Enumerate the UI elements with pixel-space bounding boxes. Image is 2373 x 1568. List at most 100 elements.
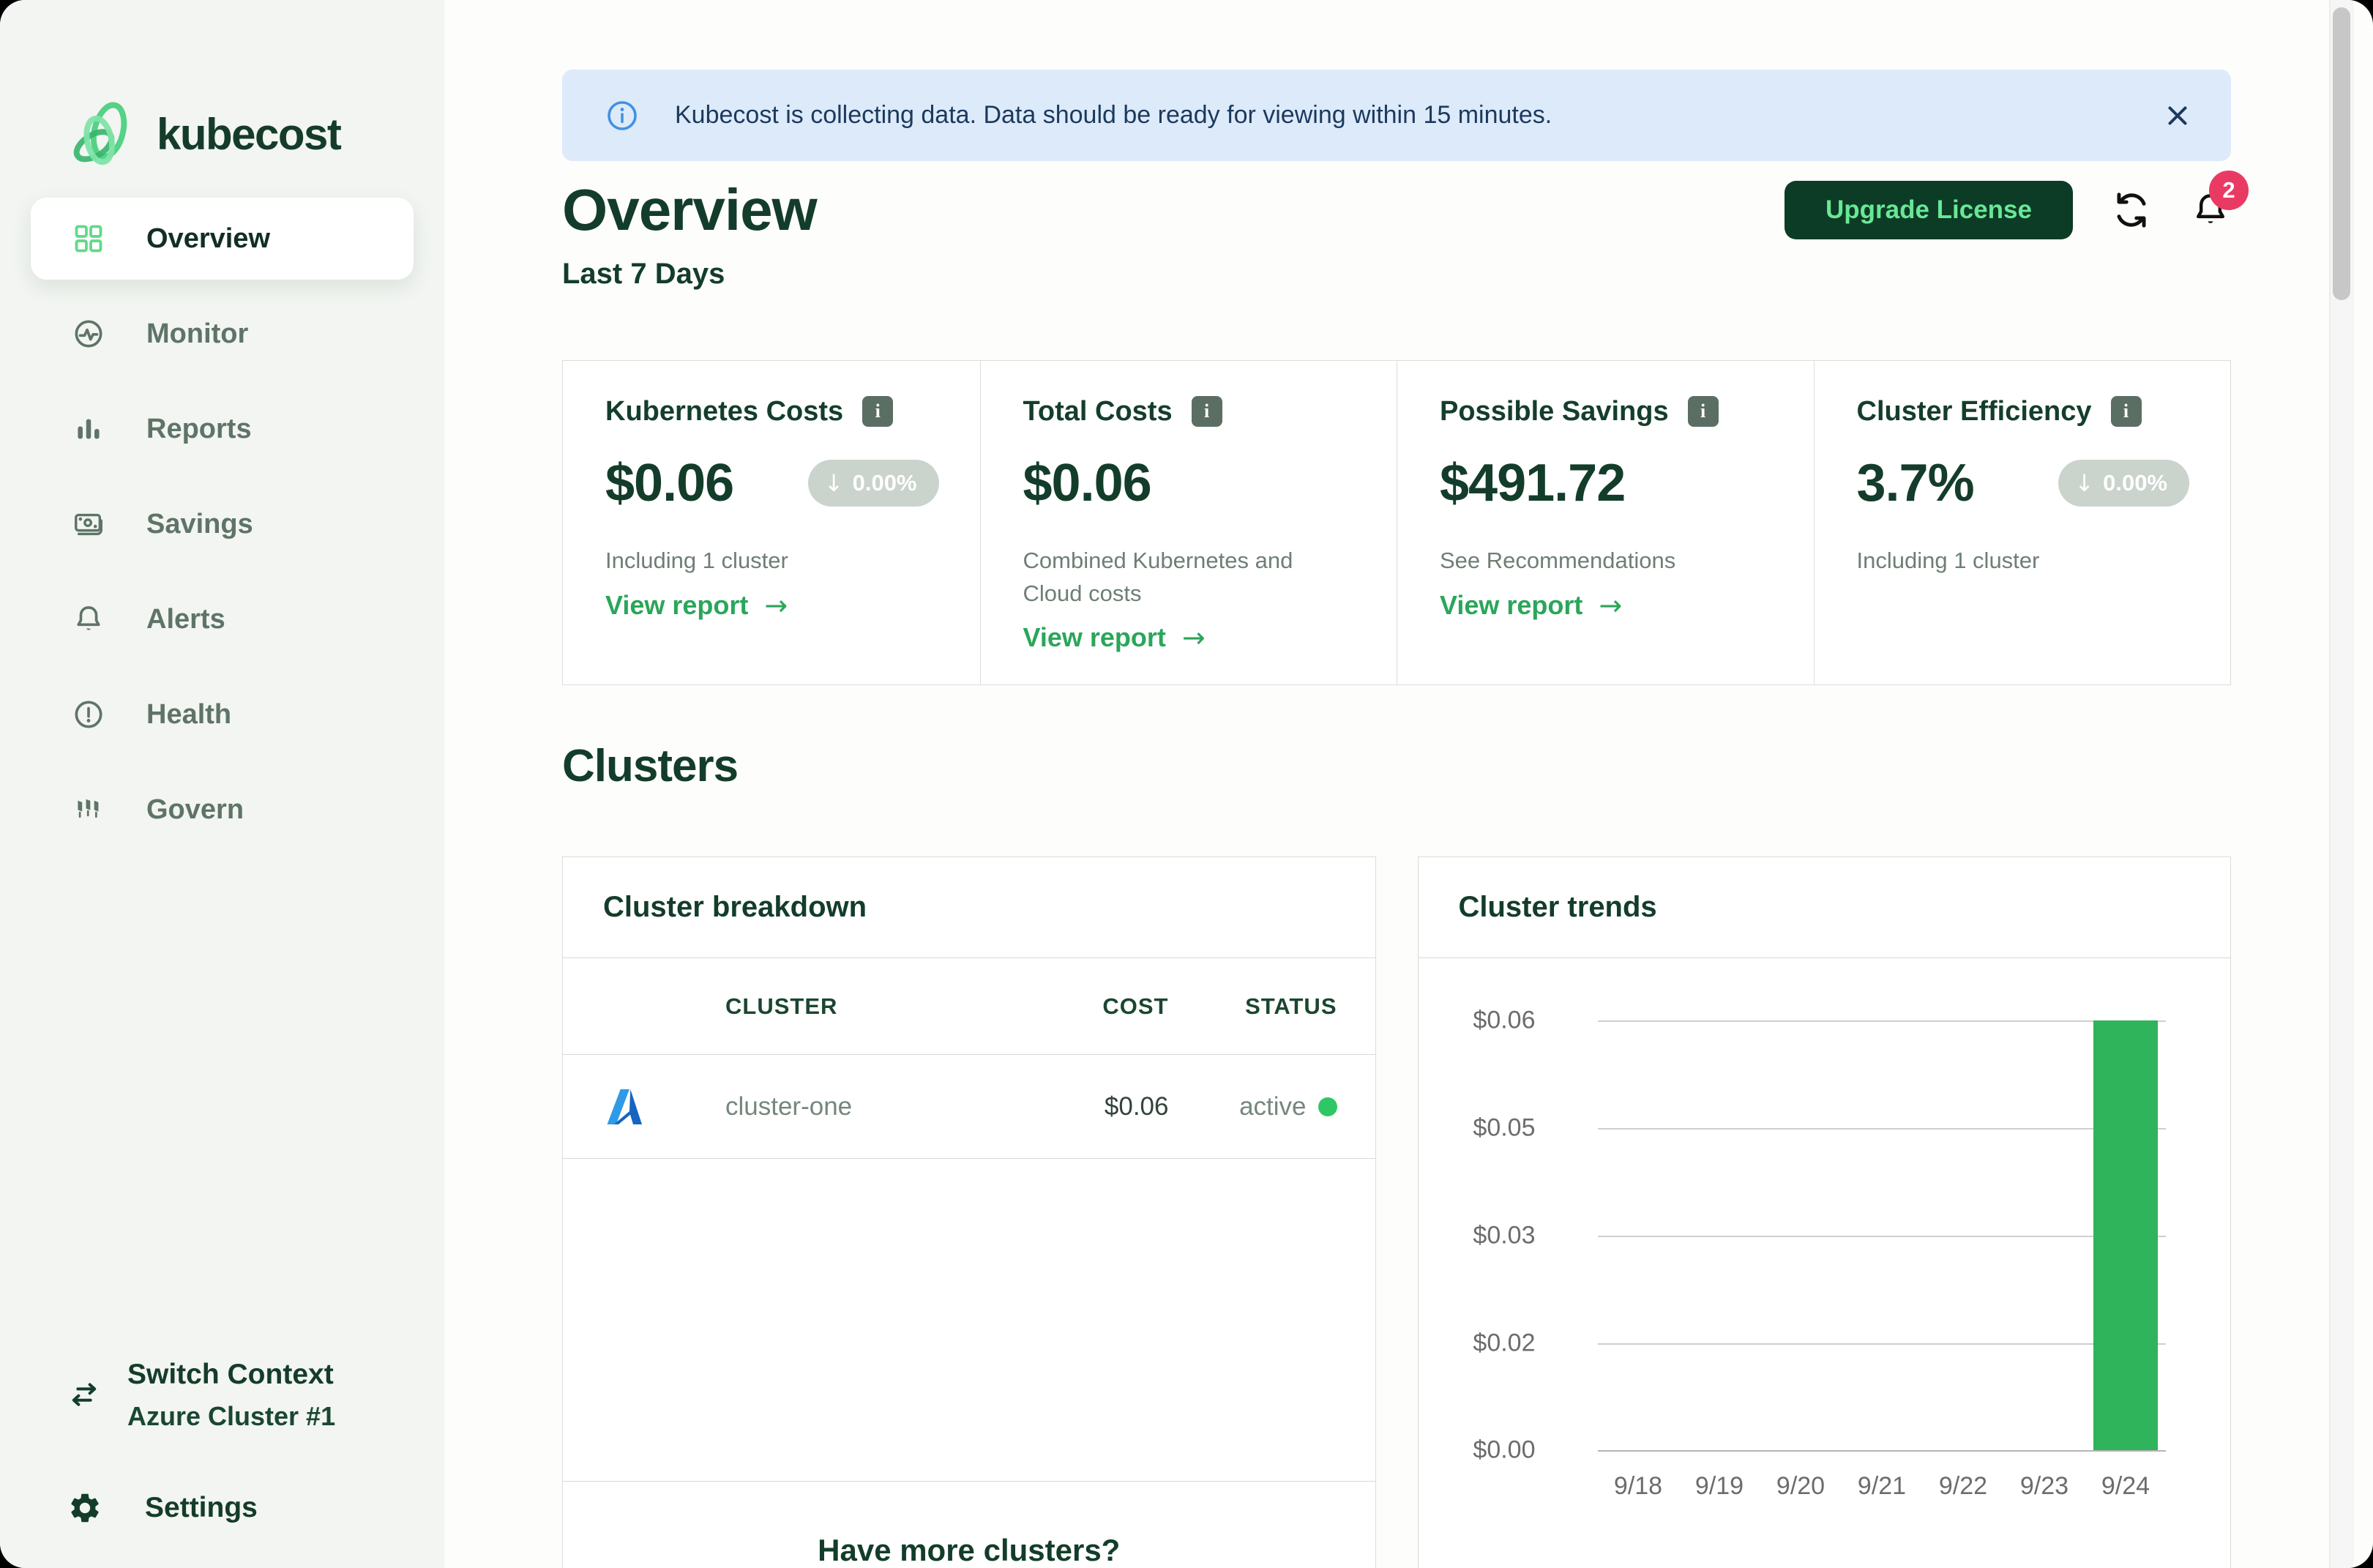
delta-badge: ↓0.00% — [808, 460, 939, 507]
have-more-clusters-link[interactable]: Have more clusters? — [563, 1481, 1375, 1568]
header-actions: Upgrade License 2 — [1785, 181, 2231, 239]
stat-card-title-row: Cluster Efficiency i — [1857, 396, 2190, 428]
y-axis-tick-label: $0.03 — [1419, 1221, 1536, 1250]
cluster-cost: $0.06 — [1015, 1092, 1169, 1121]
stat-card-description: See Recommendations — [1440, 545, 1773, 578]
gridline — [1598, 1343, 2167, 1345]
monitor-icon — [72, 317, 105, 351]
gear-icon — [67, 1490, 102, 1526]
sidebar: kubecost OverviewMonitorReportsSavingsAl… — [0, 0, 444, 1568]
upgrade-license-button[interactable]: Upgrade License — [1785, 181, 2073, 239]
view-report-label: View report — [1023, 622, 1166, 653]
column-header-status: STATUS — [1169, 993, 1337, 1020]
info-circle-icon — [605, 98, 640, 133]
right-arrow-icon: → — [1182, 621, 1206, 654]
x-axis-tick-label: 9/18 — [1614, 1472, 1662, 1501]
sidebar-item-label: Govern — [146, 794, 244, 826]
y-axis-tick-label: $0.05 — [1419, 1114, 1536, 1143]
cluster-breakdown-card: Cluster breakdown CLUSTERCOSTSTATUS clus… — [562, 856, 1376, 1568]
refresh-icon[interactable] — [2111, 190, 2152, 231]
switch-arrows-icon — [67, 1378, 101, 1412]
stat-card-description: Combined Kubernetes and Cloud costs — [1023, 545, 1356, 611]
right-arrow-icon: → — [1599, 589, 1622, 621]
cluster-status-label: active — [1239, 1092, 1306, 1121]
time-range-label: Last 7 Days — [562, 258, 2231, 291]
sidebar-item-label: Reports — [146, 414, 252, 445]
y-axis-tick-label: $0.06 — [1419, 1007, 1536, 1035]
notifications-button[interactable]: 2 — [2190, 190, 2231, 231]
sidebar-nav: Overview Monitor Reports Savings Alerts Healt… — [0, 182, 444, 851]
x-axis-tick-label: 9/24 — [2101, 1472, 2150, 1501]
switch-context-text: Switch Context Azure Cluster #1 — [127, 1359, 335, 1432]
banner-message: Kubecost is collecting data. Data should… — [675, 101, 1552, 130]
page-title: Overview — [562, 177, 817, 243]
sidebar-item-settings[interactable]: Settings — [67, 1490, 444, 1526]
y-axis-tick-label: $0.00 — [1419, 1436, 1536, 1465]
right-arrow-icon: → — [764, 589, 788, 621]
sidebar-item-reports[interactable]: Reports — [31, 388, 414, 470]
cluster-table-body: cluster-one$0.06 active — [563, 1055, 1375, 1159]
x-axis-tick-label: 9/20 — [1776, 1472, 1825, 1501]
bell-icon — [72, 602, 105, 636]
column-header-cost: COST — [1015, 993, 1169, 1020]
app-window: kubecost OverviewMonitorReportsSavingsAl… — [0, 0, 2373, 1568]
stat-card-title: Kubernetes Costs — [605, 396, 843, 428]
stat-card-value-row: 3.7% ↓0.00% — [1857, 457, 2190, 509]
health-icon — [72, 698, 105, 731]
stat-card-title: Total Costs — [1023, 396, 1173, 428]
grid-icon — [72, 222, 105, 255]
delta-badge: ↓0.00% — [2058, 460, 2189, 507]
page-header: Overview Upgrade License 2 — [562, 177, 2231, 243]
cluster-trends-chart: $0.06$0.05$0.03$0.02$0.009/189/199/209/2… — [1419, 958, 2231, 1568]
cluster-breakdown-title: Cluster breakdown — [563, 857, 1375, 958]
gridline — [1598, 1128, 2167, 1130]
cluster-name: cluster-one — [725, 1092, 1015, 1121]
scrollbar-thumb[interactable] — [2333, 7, 2350, 300]
sidebar-bottom: Switch Context Azure Cluster #1 Settings — [0, 1359, 444, 1568]
gridline — [1598, 1450, 2167, 1452]
cluster-table-empty-space — [563, 1159, 1375, 1481]
clusters-grid: Cluster breakdown CLUSTERCOSTSTATUS clus… — [562, 856, 2231, 1568]
stat-card-value: $491.72 — [1440, 457, 1625, 509]
view-report-label: View report — [1440, 590, 1582, 621]
govern-icon — [72, 793, 105, 826]
sidebar-item-monitor[interactable]: Monitor — [31, 293, 414, 375]
switch-context-button[interactable]: Switch Context Azure Cluster #1 — [67, 1359, 444, 1432]
stat-cards-row: Kubernetes Costsi$0.06↓0.00%Including 1 … — [562, 360, 2231, 686]
view-report-link[interactable]: View report → — [605, 589, 788, 621]
info-icon[interactable]: i — [1192, 396, 1222, 427]
chart-bar-9-24[interactable] — [2093, 1020, 2158, 1450]
sidebar-item-label: Overview — [146, 223, 270, 255]
stat-card-value: 3.7% — [1857, 457, 1974, 509]
stat-card-title: Cluster Efficiency — [1857, 396, 2092, 428]
gridline — [1598, 1236, 2167, 1237]
x-axis-tick-label: 9/22 — [1939, 1472, 1987, 1501]
cluster-trends-card: Cluster trends $0.06$0.05$0.03$0.02$0.00… — [1418, 856, 2232, 1568]
sidebar-item-alerts[interactable]: Alerts — [31, 578, 414, 660]
down-arrow-icon: ↓ — [2074, 471, 2094, 495]
delta-value: 0.00% — [853, 470, 917, 496]
stat-card-title-row: Possible Savingsi — [1440, 396, 1773, 428]
info-icon[interactable]: i — [1688, 396, 1719, 427]
stat-card-title-row: Kubernetes Costs i — [605, 396, 939, 428]
switch-context-cluster: Azure Cluster #1 — [127, 1401, 335, 1432]
sidebar-item-govern[interactable]: Govern — [31, 769, 414, 851]
info-icon[interactable]: i — [2111, 396, 2142, 427]
azure-logo — [601, 1083, 725, 1130]
sidebar-item-health[interactable]: Health — [31, 673, 414, 755]
close-icon[interactable] — [2162, 100, 2193, 131]
view-report-label: View report — [605, 590, 748, 621]
stat-card-value: $0.06 — [1023, 457, 1151, 509]
sidebar-item-overview[interactable]: Overview — [31, 198, 414, 280]
settings-label: Settings — [145, 1492, 258, 1524]
view-report-link[interactable]: View report → — [1023, 621, 1206, 654]
cluster-status: active — [1169, 1092, 1337, 1121]
stat-card-description: Including 1 cluster — [605, 545, 939, 578]
sidebar-item-savings[interactable]: Savings — [31, 483, 414, 565]
view-report-link[interactable]: View report → — [1440, 589, 1622, 621]
stat-card-value-row: $0.06↓0.00% — [605, 457, 939, 509]
info-icon[interactable]: i — [862, 396, 893, 427]
info-banner: Kubecost is collecting data. Data should… — [562, 70, 2231, 161]
cluster-table-row[interactable]: cluster-one$0.06 active — [563, 1055, 1375, 1159]
stat-card-total-costs: Total Costs i $0.06 Combined Kubernetes and… — [980, 361, 1397, 685]
